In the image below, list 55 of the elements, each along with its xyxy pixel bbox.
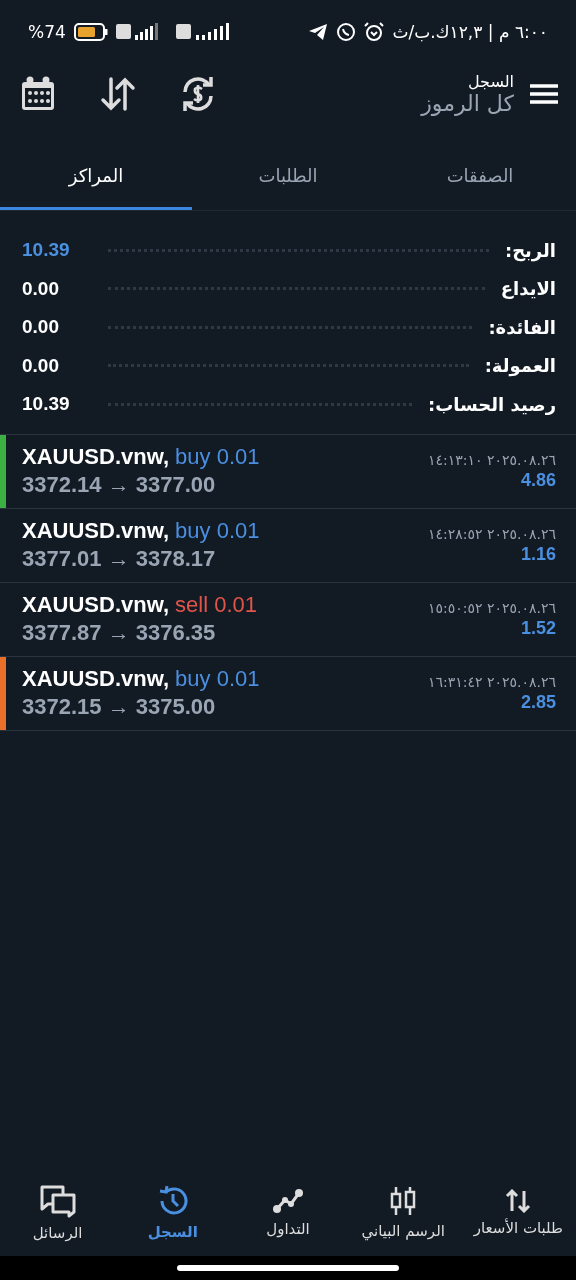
summary-label: العمولة:: [484, 355, 556, 377]
trade-prices: 3377.01 → 3378.17: [22, 546, 217, 572]
calendar-icon[interactable]: [20, 76, 56, 112]
trade-side: buy 0.01: [175, 444, 260, 470]
trade-prices: 3372.14 → 3377.00: [22, 472, 217, 498]
nav-item[interactable]: السجل: [115, 1185, 231, 1241]
trade-time: ٢٠٢٥.٠٨.٢٦ ١٤:٢٨:٥٢: [427, 525, 556, 542]
sort-arrows-icon[interactable]: [100, 77, 136, 111]
summary-label: الايداع: [500, 278, 556, 300]
summary-value: 10.39: [22, 393, 71, 416]
summary-value: 0.00: [22, 354, 60, 377]
send-icon: [308, 23, 329, 41]
currency-exchange-icon[interactable]: [180, 76, 216, 112]
trade-symbol: XAUUSD.vnw,: [22, 666, 170, 692]
trade-prices: 3372.15 → 3375.00: [22, 694, 217, 720]
summary-label: الربح:: [504, 239, 556, 261]
tab[interactable]: المراكز: [0, 144, 192, 210]
battery-icon: [73, 23, 108, 41]
nav-item[interactable]: التداول: [230, 1188, 346, 1238]
trade-prices: 3377.87 → 3376.35: [22, 620, 217, 646]
phone-chat-icon: [336, 22, 357, 42]
trend-line-icon: [272, 1188, 304, 1214]
alarm-icon: [364, 22, 385, 42]
summary-label: رصيد الحساب:: [427, 393, 556, 415]
header-title: السجل: [467, 72, 514, 91]
menu-icon[interactable]: [530, 83, 558, 105]
trade-time: ٢٠٢٥.٠٨.٢٦ ١٥:٥٠:٥٢: [427, 599, 556, 616]
sort-arrows-icon: [505, 1189, 532, 1213]
nav-item[interactable]: الرسائل: [0, 1184, 116, 1242]
status-time: ٦:٠٠ م | ١٢,٣ك.ب/ث: [392, 22, 548, 42]
trade-symbol: XAUUSD.vnw,: [22, 444, 170, 470]
battery-percent: %74: [28, 22, 66, 42]
nav-item[interactable]: طلبات الأسعار: [460, 1189, 576, 1237]
nav-item[interactable]: الرسم البياني: [345, 1186, 461, 1240]
trade-side: buy 0.01: [175, 666, 260, 692]
summary-value: 0.00: [22, 277, 60, 300]
trade-profit: 1.16: [520, 543, 556, 565]
trade-side: buy 0.01: [175, 518, 260, 544]
summary-value: 10.39: [22, 239, 71, 262]
summary-value: 0.00: [22, 316, 60, 339]
summary-label: الفائدة:: [488, 316, 556, 338]
candlestick-icon: [389, 1186, 418, 1216]
trade-time: ٢٠٢٥.٠٨.٢٦ ١٦:٣١:٤٢: [427, 673, 556, 690]
trade-time: ٢٠٢٥.٠٨.٢٦ ١٤:١٣:١٠: [427, 451, 556, 468]
signal-icon: [175, 23, 232, 41]
trade-symbol: XAUUSD.vnw,: [22, 592, 170, 618]
trade-profit: 1.52: [520, 617, 556, 639]
tab[interactable]: الصفقات: [384, 144, 576, 210]
trade-side: sell 0.01: [175, 592, 258, 618]
chat-icon: [38, 1184, 77, 1218]
trade-symbol: XAUUSD.vnw,: [22, 518, 170, 544]
trade-profit: 4.86: [520, 469, 556, 491]
header-subtitle: كل الرموز: [421, 91, 514, 116]
tab[interactable]: الطلبات: [192, 144, 384, 210]
trade-profit: 2.85: [520, 691, 556, 713]
